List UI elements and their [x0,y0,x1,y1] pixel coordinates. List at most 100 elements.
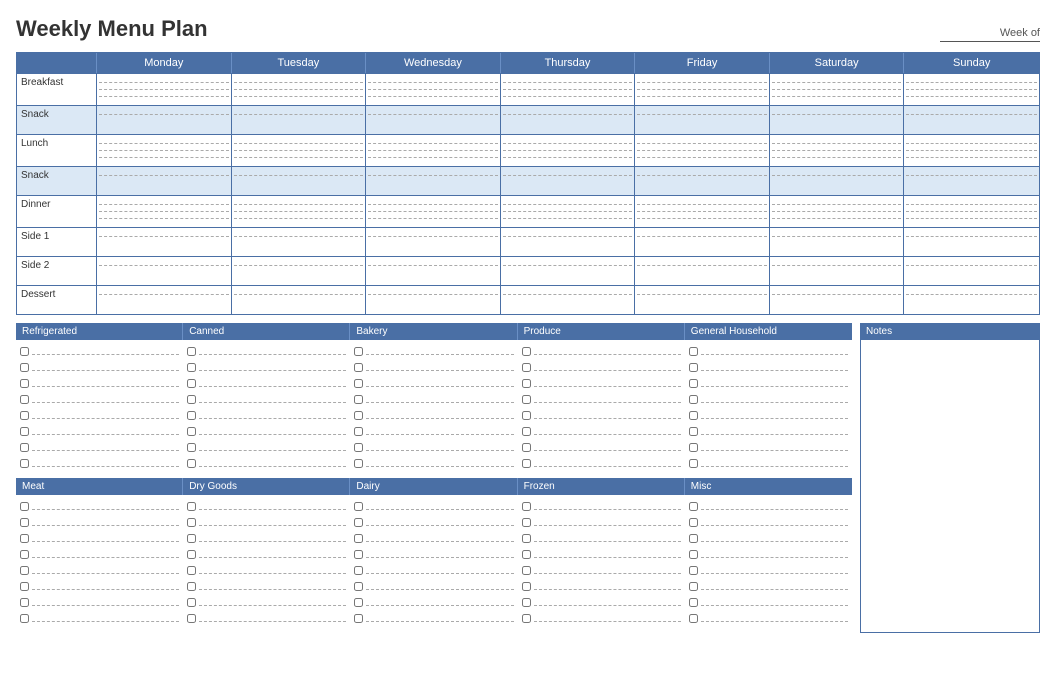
meal-cell-0-1[interactable] [232,74,367,105]
shopping-checkbox[interactable] [187,363,196,372]
meal-cell-2-2[interactable] [366,135,501,166]
shopping-checkbox[interactable] [354,598,363,607]
shopping-checkbox[interactable] [20,459,29,468]
meal-cell-6-3[interactable] [501,257,636,285]
shopping-checkbox[interactable] [187,598,196,607]
meal-cell-1-5[interactable] [770,106,905,134]
meal-cell-1-1[interactable] [232,106,367,134]
shopping-checkbox[interactable] [689,379,698,388]
shopping-checkbox[interactable] [354,411,363,420]
meal-cell-5-2[interactable] [366,228,501,256]
shopping-checkbox[interactable] [187,534,196,543]
meal-cell-4-0[interactable] [97,196,232,227]
shopping-checkbox[interactable] [354,427,363,436]
meal-cell-4-6[interactable] [904,196,1039,227]
shopping-checkbox[interactable] [689,614,698,623]
notes-body[interactable] [860,340,1040,633]
meal-cell-3-2[interactable] [366,167,501,195]
meal-cell-3-0[interactable] [97,167,232,195]
meal-cell-7-4[interactable] [635,286,770,314]
meal-cell-5-1[interactable] [232,228,367,256]
shopping-checkbox[interactable] [354,459,363,468]
meal-cell-2-3[interactable] [501,135,636,166]
meal-cell-4-4[interactable] [635,196,770,227]
meal-cell-7-0[interactable] [97,286,232,314]
shopping-checkbox[interactable] [354,518,363,527]
shopping-checkbox[interactable] [689,502,698,511]
meal-cell-4-1[interactable] [232,196,367,227]
meal-cell-5-5[interactable] [770,228,905,256]
meal-cell-7-1[interactable] [232,286,367,314]
shopping-checkbox[interactable] [20,614,29,623]
shopping-checkbox[interactable] [187,566,196,575]
meal-cell-0-3[interactable] [501,74,636,105]
meal-cell-7-5[interactable] [770,286,905,314]
shopping-checkbox[interactable] [20,502,29,511]
shopping-checkbox[interactable] [689,550,698,559]
shopping-checkbox[interactable] [522,582,531,591]
meal-cell-5-6[interactable] [904,228,1039,256]
meal-cell-1-0[interactable] [97,106,232,134]
shopping-checkbox[interactable] [689,518,698,527]
shopping-checkbox[interactable] [522,363,531,372]
shopping-checkbox[interactable] [354,347,363,356]
meal-cell-2-5[interactable] [770,135,905,166]
shopping-checkbox[interactable] [20,363,29,372]
meal-cell-6-2[interactable] [366,257,501,285]
meal-cell-7-2[interactable] [366,286,501,314]
meal-cell-5-4[interactable] [635,228,770,256]
shopping-checkbox[interactable] [187,427,196,436]
shopping-checkbox[interactable] [187,443,196,452]
shopping-checkbox[interactable] [522,502,531,511]
meal-cell-5-0[interactable] [97,228,232,256]
meal-cell-2-0[interactable] [97,135,232,166]
shopping-checkbox[interactable] [522,566,531,575]
meal-cell-2-1[interactable] [232,135,367,166]
shopping-checkbox[interactable] [522,550,531,559]
meal-cell-0-0[interactable] [97,74,232,105]
shopping-checkbox[interactable] [522,534,531,543]
shopping-checkbox[interactable] [20,395,29,404]
shopping-checkbox[interactable] [20,443,29,452]
shopping-checkbox[interactable] [354,534,363,543]
meal-cell-6-1[interactable] [232,257,367,285]
shopping-checkbox[interactable] [689,598,698,607]
shopping-checkbox[interactable] [522,614,531,623]
shopping-checkbox[interactable] [689,363,698,372]
meal-cell-2-6[interactable] [904,135,1039,166]
shopping-checkbox[interactable] [354,379,363,388]
shopping-checkbox[interactable] [354,550,363,559]
shopping-checkbox[interactable] [187,614,196,623]
shopping-checkbox[interactable] [20,379,29,388]
meal-cell-1-4[interactable] [635,106,770,134]
meal-cell-6-4[interactable] [635,257,770,285]
shopping-checkbox[interactable] [689,395,698,404]
shopping-checkbox[interactable] [354,582,363,591]
meal-cell-1-6[interactable] [904,106,1039,134]
meal-cell-6-0[interactable] [97,257,232,285]
shopping-checkbox[interactable] [20,427,29,436]
meal-cell-0-4[interactable] [635,74,770,105]
shopping-checkbox[interactable] [689,427,698,436]
shopping-checkbox[interactable] [689,411,698,420]
meal-cell-6-5[interactable] [770,257,905,285]
shopping-checkbox[interactable] [187,502,196,511]
meal-cell-7-3[interactable] [501,286,636,314]
meal-cell-1-3[interactable] [501,106,636,134]
shopping-checkbox[interactable] [20,550,29,559]
meal-cell-5-3[interactable] [501,228,636,256]
shopping-checkbox[interactable] [187,379,196,388]
meal-cell-3-4[interactable] [635,167,770,195]
shopping-checkbox[interactable] [20,582,29,591]
shopping-checkbox[interactable] [187,582,196,591]
shopping-checkbox[interactable] [187,459,196,468]
shopping-checkbox[interactable] [522,427,531,436]
shopping-checkbox[interactable] [689,459,698,468]
shopping-checkbox[interactable] [354,363,363,372]
shopping-checkbox[interactable] [354,502,363,511]
shopping-checkbox[interactable] [20,518,29,527]
meal-cell-2-4[interactable] [635,135,770,166]
meal-cell-4-5[interactable] [770,196,905,227]
shopping-checkbox[interactable] [689,534,698,543]
meal-cell-0-2[interactable] [366,74,501,105]
